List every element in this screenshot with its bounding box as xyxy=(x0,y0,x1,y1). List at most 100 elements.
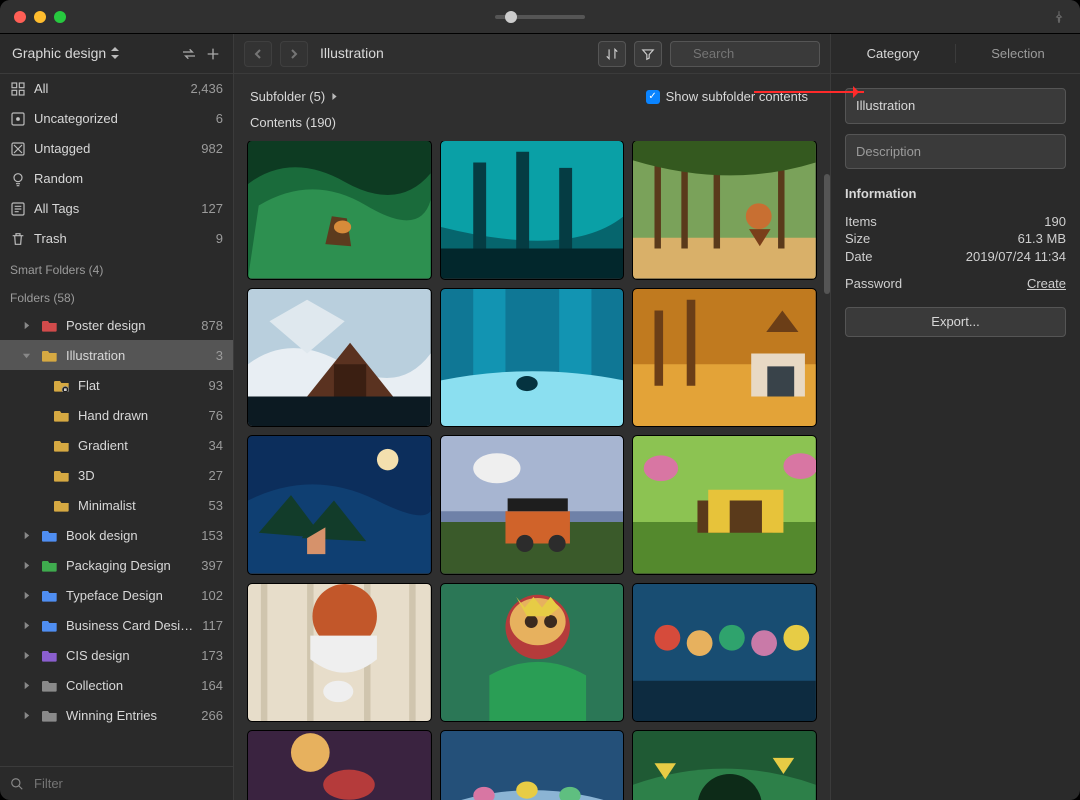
folder-icon xyxy=(42,588,58,602)
folder-winning-entries[interactable]: Winning Entries 266 xyxy=(0,700,233,730)
sidebar-list: All 2,436 Uncategorized 6 Untagged 982 R… xyxy=(0,74,233,766)
folder-description-field[interactable]: Description xyxy=(845,134,1066,170)
info-row-password: Password Create xyxy=(845,275,1066,293)
sidebar-item-random[interactable]: Random xyxy=(0,164,233,194)
folder-business-card-design[interactable]: Business Card Design 117 xyxy=(0,610,233,640)
folder-illustration[interactable]: Illustration 3 xyxy=(0,340,233,370)
folder-icon xyxy=(54,408,70,422)
disclosure-toggle[interactable] xyxy=(22,651,34,660)
thumbnail[interactable] xyxy=(633,731,816,800)
folder-icon xyxy=(54,378,70,392)
updown-icon xyxy=(110,47,120,59)
info-row: Date2019/07/24 11:34 xyxy=(845,248,1066,266)
thumbnail[interactable] xyxy=(441,584,624,722)
sidebar-item-trash[interactable]: Trash 9 xyxy=(0,224,233,254)
folder-icon xyxy=(54,498,70,512)
subfolder-breadcrumb[interactable]: Subfolder (5) xyxy=(250,88,338,106)
contents-label: Contents (190) xyxy=(234,110,824,142)
thumbnail[interactable] xyxy=(441,436,624,574)
inbox-icon xyxy=(10,111,26,127)
sidebar-item-all-tags[interactable]: All Tags 127 xyxy=(0,194,233,224)
disclosure-toggle[interactable] xyxy=(22,681,34,690)
close-window-button[interactable] xyxy=(14,11,26,23)
folder-gradient[interactable]: Gradient 34 xyxy=(0,430,233,460)
breadcrumb: Illustration xyxy=(320,44,384,63)
export-button[interactable]: Export... xyxy=(845,307,1066,337)
folders-header[interactable]: Folders (58) xyxy=(0,282,233,310)
disclosure-toggle[interactable] xyxy=(22,591,34,600)
sidebar-item-all[interactable]: All 2,436 xyxy=(0,74,233,104)
thumbnail[interactable] xyxy=(441,141,624,279)
nav-forward-button[interactable] xyxy=(280,41,308,67)
disclosure-toggle[interactable] xyxy=(22,561,34,570)
folder-poster-design[interactable]: Poster design 878 xyxy=(0,310,233,340)
sidebar-item-untagged[interactable]: Untagged 982 xyxy=(0,134,233,164)
transfer-icon[interactable] xyxy=(181,46,197,62)
thumbnail-size-slider[interactable] xyxy=(495,15,585,19)
chevron-right-icon xyxy=(331,92,338,101)
info-row: Items190 xyxy=(845,213,1066,231)
disclosure-toggle[interactable] xyxy=(22,711,34,720)
sidebar-header: Graphic design xyxy=(0,34,233,74)
sidebar-footer xyxy=(0,766,233,800)
thumbnail[interactable] xyxy=(248,584,431,722)
show-subfolder-toggle[interactable]: ✓ Show subfolder contents xyxy=(646,88,808,106)
add-icon[interactable] xyxy=(205,46,221,62)
folder-icon xyxy=(42,528,58,542)
folder-icon xyxy=(42,618,58,632)
folder-icon xyxy=(54,438,70,452)
info-row: Size61.3 MB xyxy=(845,230,1066,248)
folder-book-design[interactable]: Book design 153 xyxy=(0,520,233,550)
checkbox-checked-icon: ✓ xyxy=(646,90,660,104)
folder-icon xyxy=(42,318,58,332)
folder-icon xyxy=(42,678,58,692)
sort-button[interactable] xyxy=(598,41,626,67)
trash-icon xyxy=(10,231,26,247)
sidebar: Graphic design All 2,436 Uncategorized 6… xyxy=(0,34,234,800)
zoom-window-button[interactable] xyxy=(54,11,66,23)
disclosure-toggle[interactable] xyxy=(22,351,34,360)
sidebar-filter-input[interactable] xyxy=(32,775,223,792)
thumbnail[interactable] xyxy=(248,289,431,427)
folder-title-field[interactable]: Illustration xyxy=(845,88,1066,124)
search-field[interactable] xyxy=(670,41,820,67)
subheader: Subfolder (5) ✓ Show subfolder contents xyxy=(234,74,824,110)
nav-back-button[interactable] xyxy=(244,41,272,67)
tab-category[interactable]: Category xyxy=(831,34,955,73)
create-password-link[interactable]: Create xyxy=(1027,275,1066,293)
thumbnail[interactable] xyxy=(248,436,431,574)
library-switcher[interactable]: Graphic design xyxy=(12,44,173,63)
disclosure-toggle[interactable] xyxy=(22,531,34,540)
folder-typeface-design[interactable]: Typeface Design 102 xyxy=(0,580,233,610)
thumbnail[interactable] xyxy=(248,141,431,279)
thumbnail-grid-scroll[interactable] xyxy=(234,141,824,800)
thumbnail[interactable] xyxy=(633,436,816,574)
thumbnail[interactable] xyxy=(633,289,816,427)
folder-flat[interactable]: Flat 93 xyxy=(0,370,233,400)
thumbnail[interactable] xyxy=(633,584,816,722)
main-scrollbar[interactable] xyxy=(824,74,830,800)
pin-icon[interactable] xyxy=(1052,10,1066,24)
tags-icon xyxy=(10,201,26,217)
filter-button[interactable] xyxy=(634,41,662,67)
folder-icon xyxy=(42,648,58,662)
thumbnail[interactable] xyxy=(633,141,816,279)
disclosure-toggle[interactable] xyxy=(22,621,34,630)
disclosure-toggle[interactable] xyxy=(22,321,34,330)
minimize-window-button[interactable] xyxy=(34,11,46,23)
thumbnail[interactable] xyxy=(248,731,431,800)
folder-cis-design[interactable]: CIS design 173 xyxy=(0,640,233,670)
folder-collection[interactable]: Collection 164 xyxy=(0,670,233,700)
thumbnail[interactable] xyxy=(441,731,624,800)
folder-icon xyxy=(42,708,58,722)
tab-selection[interactable]: Selection xyxy=(956,34,1080,73)
folder-hand-drawn[interactable]: Hand drawn 76 xyxy=(0,400,233,430)
search-icon xyxy=(10,777,24,791)
thumbnail[interactable] xyxy=(441,289,624,427)
smart-folders-header[interactable]: Smart Folders (4) xyxy=(0,254,233,282)
folder-minimalist[interactable]: Minimalist 53 xyxy=(0,490,233,520)
folder-packaging-design[interactable]: Packaging Design 397 xyxy=(0,550,233,580)
folder-3d[interactable]: 3D 27 xyxy=(0,460,233,490)
sidebar-item-uncategorized[interactable]: Uncategorized 6 xyxy=(0,104,233,134)
info-header: Information xyxy=(845,185,1066,203)
